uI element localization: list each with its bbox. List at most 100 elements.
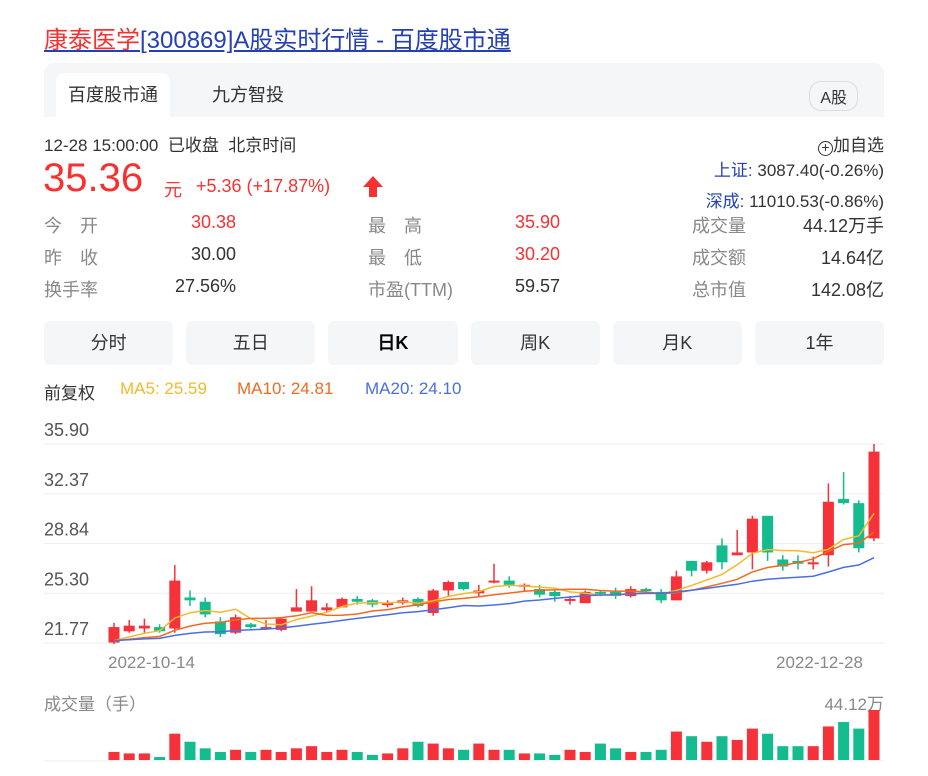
period-daily-k[interactable]: 日K bbox=[328, 321, 458, 365]
stat-label: 最 高 bbox=[368, 216, 422, 236]
period-1year[interactable]: 1年 bbox=[754, 321, 885, 365]
adjust-label[interactable]: 前复权 bbox=[44, 379, 95, 404]
volume-bar bbox=[214, 751, 226, 760]
stat-value: 14.64亿 bbox=[820, 248, 884, 268]
candle-body bbox=[838, 498, 850, 504]
candle-body bbox=[123, 625, 135, 632]
stat-label: 总市值 bbox=[692, 280, 746, 300]
volume-bar bbox=[534, 753, 546, 760]
candle-body bbox=[731, 552, 743, 556]
candle-body bbox=[245, 624, 257, 628]
stat-label: 换手率 bbox=[44, 280, 98, 300]
volume-bar bbox=[762, 733, 774, 760]
ma20-label: MA20: 24.10 bbox=[365, 379, 462, 398]
candlestick-chart[interactable]: 35.90 32.37 28.84 25.30 21.77 bbox=[40, 410, 890, 660]
ma5-label: MA5: 25.59 bbox=[120, 379, 207, 398]
candle-body bbox=[199, 601, 211, 615]
volume-bar bbox=[853, 728, 865, 760]
plus-circle-icon: + bbox=[818, 140, 833, 156]
candle-body bbox=[184, 597, 196, 601]
volume-bar bbox=[473, 743, 485, 760]
volume-bar bbox=[275, 751, 287, 760]
volume-bar bbox=[655, 749, 667, 760]
volume-bar bbox=[686, 736, 698, 760]
candle-body bbox=[868, 451, 880, 539]
volume-bar bbox=[564, 749, 576, 760]
index-shanghai[interactable]: 上证: 3087.40(-0.26%) bbox=[714, 156, 884, 181]
volume-bar bbox=[701, 741, 713, 760]
volume-bar bbox=[382, 753, 394, 760]
candle-body bbox=[594, 591, 606, 594]
period-intraday[interactable]: 分时 bbox=[44, 321, 174, 365]
volume-bar bbox=[138, 753, 150, 760]
candle-body bbox=[321, 607, 333, 611]
tab-baidu-gushitong[interactable]: 百度股市通 bbox=[56, 73, 170, 117]
market-badge[interactable]: A股 bbox=[809, 81, 858, 111]
volume-bar bbox=[746, 728, 758, 760]
candle-body bbox=[138, 625, 150, 629]
stat-value: 30.00 bbox=[190, 244, 236, 264]
volume-bar bbox=[822, 726, 834, 760]
volume-bar bbox=[610, 748, 622, 760]
stat-value: 59.57 bbox=[514, 276, 560, 296]
add-watchlist-button[interactable]: + 加自选 bbox=[818, 131, 884, 156]
candle-body bbox=[716, 545, 728, 563]
volume-bar bbox=[199, 748, 211, 760]
volume-bar bbox=[488, 749, 500, 760]
x-label-end: 2022-12-28 bbox=[776, 653, 863, 672]
candle-body bbox=[306, 600, 318, 612]
volume-bar bbox=[321, 751, 333, 760]
price-change: +5.36 (+17.87%) bbox=[196, 176, 331, 196]
period-monthly-k[interactable]: 月K bbox=[612, 321, 742, 365]
stat-value: 35.90 bbox=[514, 212, 560, 232]
volume-bar bbox=[458, 749, 470, 760]
tab-jiufang[interactable]: 九方智投 bbox=[200, 73, 296, 117]
candle-body bbox=[807, 562, 819, 565]
candle-body bbox=[549, 591, 561, 597]
volume-bar bbox=[336, 749, 348, 760]
volume-bar bbox=[260, 749, 272, 760]
volume-bar bbox=[108, 751, 120, 760]
stat-label: 今 开 bbox=[44, 216, 98, 236]
candle-body bbox=[290, 607, 302, 612]
candle-body bbox=[351, 598, 363, 602]
price-unit: 元 bbox=[164, 180, 182, 200]
index-shenzhen[interactable]: 深成: 11010.53(-0.86%) bbox=[706, 187, 884, 212]
volume-bar bbox=[640, 751, 652, 760]
stat-value: 30.38 bbox=[190, 212, 236, 232]
volume-bar bbox=[306, 746, 318, 760]
period-5day[interactable]: 五日 bbox=[186, 321, 316, 365]
volume-bar bbox=[579, 751, 591, 760]
candle-body bbox=[853, 503, 865, 549]
volume-bar bbox=[838, 722, 850, 760]
volume-bar bbox=[792, 746, 804, 760]
candle-body bbox=[488, 580, 500, 583]
volume-bar bbox=[169, 733, 181, 760]
period-weekly-k[interactable]: 周K bbox=[470, 321, 600, 365]
stat-label: 成交额 bbox=[692, 248, 746, 268]
stat-value: 30.20 bbox=[514, 244, 560, 264]
volume-bar bbox=[123, 753, 135, 760]
stat-value: 44.12万手 bbox=[802, 216, 884, 236]
volume-bar bbox=[503, 749, 515, 760]
candle-body bbox=[458, 582, 470, 590]
source-tabs: 百度股市通 九方智投 A股 bbox=[44, 63, 884, 117]
volume-bar bbox=[290, 748, 302, 760]
ma10-label: MA10: 24.81 bbox=[237, 379, 334, 398]
volume-bar bbox=[807, 746, 819, 760]
candle-body bbox=[442, 582, 454, 591]
candle-body bbox=[701, 562, 713, 571]
quote-meta: 12-28 15:00:00 已收盘 北京时间 bbox=[44, 136, 297, 155]
volume-bar bbox=[397, 748, 409, 760]
candle-body bbox=[564, 598, 576, 601]
page-title-link[interactable]: 康泰医学[300869]A股实时行情 - 百度股市通 bbox=[44, 20, 511, 55]
current-price: 35.36 bbox=[43, 156, 144, 200]
candle-body bbox=[746, 518, 758, 553]
volume-bar bbox=[154, 757, 166, 760]
y-tick-label: 28.84 bbox=[44, 520, 89, 540]
stat-value: 142.08亿 bbox=[810, 280, 884, 300]
candle-body bbox=[762, 515, 774, 553]
stat-label: 成交量 bbox=[692, 216, 746, 236]
volume-bar bbox=[625, 751, 637, 760]
volume-bar bbox=[442, 748, 454, 760]
